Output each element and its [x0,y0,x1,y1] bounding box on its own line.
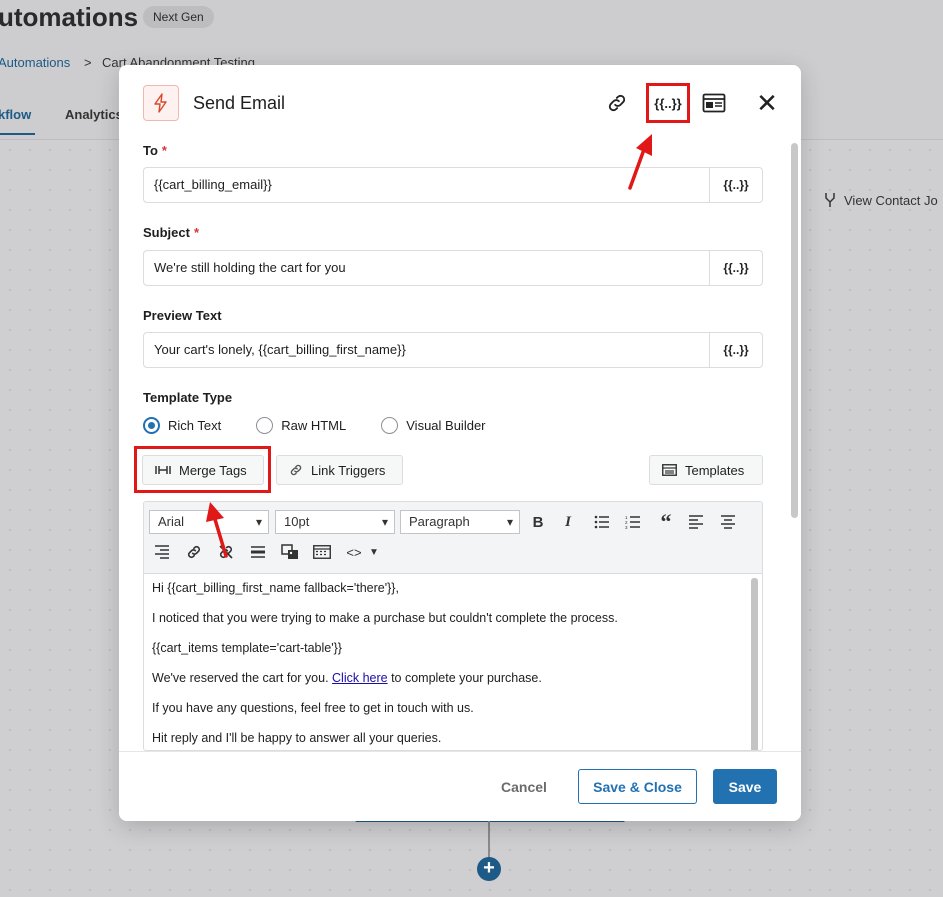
merge-tags-icon [155,466,171,474]
radio-button-checked[interactable] [143,417,160,434]
radio-raw-html[interactable]: Raw HTML [256,417,346,434]
preview-text-input[interactable]: Your cart's lonely, {{cart_billing_first… [144,333,709,367]
breadcrumb-root[interactable]: Automations [0,55,70,70]
preview-text-field[interactable]: Your cart's lonely, {{cart_billing_first… [143,332,763,368]
modal-footer: Cancel Save & Close Save [119,751,801,821]
merge-tags-icon[interactable]: {{..}} [646,83,690,123]
close-icon[interactable]: ✕ [751,87,783,119]
merge-tags-label: Merge Tags [179,462,247,478]
align-right-icon[interactable] [150,540,174,564]
editor-content[interactable]: Hi {{cart_billing_first_name fallback='t… [144,574,750,750]
save-close-button[interactable]: Save & Close [578,769,697,804]
view-contact-journey-button[interactable]: View Contact Jo [824,192,938,208]
radio-label: Raw HTML [281,418,347,433]
templates-button[interactable]: Templates [649,455,763,485]
templates-icon [662,464,677,476]
content-paragraph: I noticed that you were trying to make a… [152,611,618,625]
page-title: utomations [0,2,139,32]
breadcrumb-separator: > [84,55,92,70]
preview-merge-tag-button[interactable]: {{..}} [709,333,762,367]
annotation-arrow-up [628,134,652,190]
merge-tags-button[interactable]: Merge Tags [142,455,264,485]
content-paragraph: Hi {{cart_billing_first_name fallback='t… [152,581,399,595]
click-here-link[interactable]: Click here [332,671,388,685]
bullet-list-icon[interactable] [590,510,614,534]
subject-label: Subject * [143,225,199,240]
content-text: to complete your purchase. [387,671,542,685]
bold-icon[interactable]: B [526,510,550,534]
view-contact-label: View Contact Jo [844,192,938,208]
to-label: To * [143,143,167,158]
link-triggers-label: Link Triggers [311,462,386,478]
blockquote-icon[interactable]: “ [654,509,678,534]
block-format-select[interactable]: Paragraph [400,510,520,534]
link-triggers-button[interactable]: Link Triggers [276,455,403,485]
to-merge-tag-button[interactable]: {{..}} [709,168,762,202]
required-mark: * [161,143,167,158]
modal-header: Send Email {{..}} ✕ [119,65,801,141]
radio-button[interactable] [381,417,399,434]
italic-icon[interactable]: I [556,510,580,534]
font-size-select[interactable]: 10pt [275,510,395,534]
preview-text-label: Preview Text [143,308,222,323]
template-type-options: Rich Text Raw HTML Visual Builder [143,417,486,434]
radio-label: Rich Text [168,418,222,433]
align-left-icon[interactable] [684,510,708,534]
insert-image-icon[interactable] [278,540,302,564]
to-field[interactable]: {{cart_billing_email}} {{..}} [143,167,763,203]
subject-merge-tag-button[interactable]: {{..}} [709,251,762,285]
modal-title: Send Email [193,93,286,113]
numbered-list-icon[interactable]: 123 [621,510,645,534]
radio-button[interactable] [256,417,274,434]
align-center-icon[interactable] [716,510,740,534]
preview-icon[interactable] [698,87,730,119]
insert-table-icon[interactable] [310,540,334,564]
radio-rich-text[interactable]: Rich Text [143,417,221,434]
subject-field[interactable]: We're still holding the cart for you {{.… [143,250,763,286]
editor-scrollbar[interactable] [751,578,758,750]
svg-text:3: 3 [625,525,628,529]
annotation-arrow-merge-tags [206,502,228,558]
to-label-text: To [143,143,158,158]
subject-input[interactable]: We're still holding the cart for you [144,251,709,285]
add-step-button[interactable]: + [477,857,501,881]
radio-visual-builder[interactable]: Visual Builder [381,417,486,434]
radio-label: Visual Builder [406,418,486,433]
content-paragraph: Hit reply and I'll be happy to answer al… [152,731,442,745]
save-button[interactable]: Save [713,769,777,804]
link-icon [290,464,302,476]
chevron-down-icon[interactable]: ▼ [362,540,386,564]
link-icon[interactable] [601,87,633,119]
content-paragraph: We've reserved the cart for you. Click h… [152,672,742,685]
content-text: We've reserved the cart for you. [152,671,333,685]
subject-label-text: Subject [143,225,190,240]
cancel-button[interactable]: Cancel [489,769,559,804]
tab-analytics[interactable]: Analytics [65,107,123,122]
template-type-label: Template Type [143,390,233,405]
required-mark: * [193,225,200,240]
horizontal-rule-icon[interactable] [246,540,270,564]
content-paragraph: {{cart_items template='cart-table'}} [152,641,342,655]
content-paragraph: If you have any questions, feel free to … [152,701,474,715]
modal-scrollbar[interactable] [791,143,798,518]
workflow-connector [488,820,490,858]
tab-workflow[interactable]: kflow [0,107,36,135]
lightning-icon [143,85,179,121]
branch-icon [825,193,835,207]
status-badge: Next Gen [143,6,214,28]
templates-label: Templates [685,462,745,478]
send-email-modal: Send Email {{..}} ✕ To * {{cart_billing_e… [119,65,801,821]
